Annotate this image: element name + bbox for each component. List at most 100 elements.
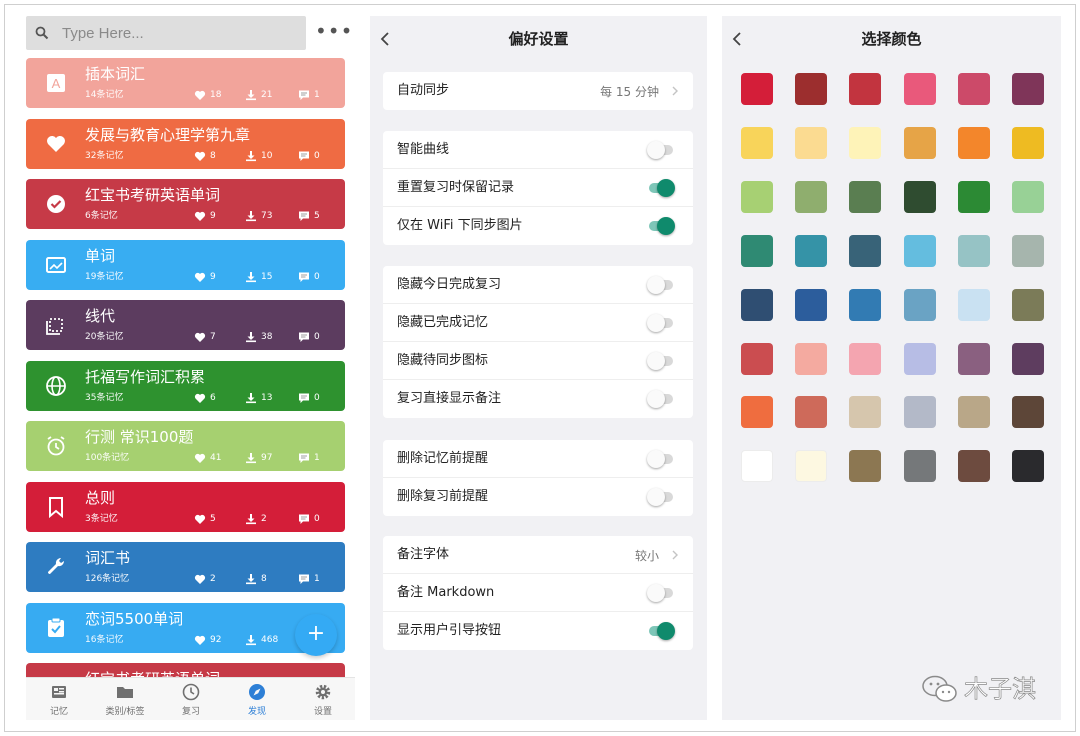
color-swatch[interactable] <box>795 180 828 213</box>
tab-folder[interactable]: 类别/标签 <box>92 678 158 720</box>
toggle-switch[interactable] <box>647 352 675 370</box>
color-swatch[interactable] <box>903 73 936 105</box>
color-swatch[interactable] <box>1012 450 1044 483</box>
color-swatch[interactable] <box>849 180 882 213</box>
color-swatch[interactable] <box>795 342 828 375</box>
color-swatch[interactable] <box>903 450 936 483</box>
color-swatch[interactable] <box>1012 396 1044 429</box>
color-swatch[interactable] <box>849 450 882 483</box>
add-deck-button[interactable]: + <box>295 614 337 656</box>
more-dots-icon[interactable]: ••• <box>315 20 352 46</box>
settings-row[interactable]: 隐藏待同步图标 <box>383 342 693 380</box>
color-swatch[interactable] <box>741 180 773 213</box>
color-swatch[interactable] <box>1012 73 1044 105</box>
download-icon <box>246 392 256 403</box>
color-swatch[interactable] <box>741 396 773 429</box>
color-swatch[interactable] <box>903 126 936 159</box>
color-swatch[interactable] <box>903 288 936 321</box>
settings-row[interactable]: 隐藏已完成记忆 <box>383 304 693 342</box>
settings-row[interactable]: 复习直接显示备注 <box>383 380 693 418</box>
like-count: 7 <box>210 332 216 342</box>
color-swatch[interactable] <box>1012 288 1044 321</box>
color-swatch[interactable] <box>1012 180 1044 213</box>
toggle-switch[interactable] <box>647 450 675 468</box>
color-swatch[interactable] <box>1012 234 1044 267</box>
gear-icon <box>315 684 331 700</box>
toggle-switch[interactable] <box>647 584 675 602</box>
tab-clock[interactable]: 复习 <box>158 678 224 720</box>
toggle-switch[interactable] <box>647 622 675 640</box>
color-swatch[interactable] <box>957 126 990 159</box>
color-swatch[interactable] <box>903 342 936 375</box>
deck-title: 红宝书考研英语单词 <box>85 669 220 677</box>
toggle-knob <box>647 488 665 506</box>
deck-card[interactable]: 行测 常识100题 100条记忆 41 97 1 <box>26 421 345 471</box>
deck-card[interactable]: 线代 20条记忆 7 38 0 <box>26 300 345 350</box>
deck-card[interactable]: 单词 19条记忆 9 15 0 <box>26 239 345 290</box>
tab-cards[interactable]: 记忆 <box>26 678 92 720</box>
toggle-switch[interactable] <box>647 141 675 159</box>
deck-card[interactable]: 红宝书考研英语单词 6条记忆 9 73 5 <box>26 179 345 229</box>
toggle-switch[interactable] <box>647 314 675 332</box>
color-swatch[interactable] <box>741 234 773 267</box>
color-swatch[interactable] <box>957 396 990 429</box>
color-swatch[interactable] <box>795 450 828 483</box>
settings-row[interactable]: 删除复习前提醒 <box>383 478 693 516</box>
settings-row[interactable]: 自动同步 每 15 分钟 <box>383 72 693 110</box>
deck-card[interactable]: 托福写作词汇积累 35条记忆 6 13 0 <box>26 360 345 411</box>
color-swatch[interactable] <box>741 288 773 321</box>
color-swatch[interactable] <box>957 450 990 483</box>
color-swatch[interactable] <box>903 180 936 213</box>
settings-row[interactable]: 显示用户引导按钮 <box>383 612 693 650</box>
settings-row[interactable]: 备注字体 较小 <box>383 536 693 574</box>
folder-icon <box>117 687 133 698</box>
settings-row[interactable]: 隐藏今日完成复习 <box>383 266 693 304</box>
search-box[interactable] <box>26 16 306 50</box>
color-swatch[interactable] <box>849 73 882 105</box>
deck-card[interactable]: 词汇书 126条记忆 2 8 1 <box>26 542 345 592</box>
deck-card[interactable]: 红宝书考研英语单词 <box>26 663 345 677</box>
deck-title: 红宝书考研英语单词 <box>85 186 221 204</box>
tab-gear[interactable]: 设置 <box>290 678 355 720</box>
color-swatch[interactable] <box>849 396 882 429</box>
color-swatch[interactable] <box>849 126 882 159</box>
color-swatch[interactable] <box>741 126 773 159</box>
color-swatch[interactable] <box>957 180 990 213</box>
color-swatch[interactable] <box>957 288 990 321</box>
search-input[interactable] <box>62 20 292 46</box>
toggle-switch[interactable] <box>647 390 675 408</box>
color-swatch[interactable] <box>795 288 828 321</box>
color-swatch[interactable] <box>741 342 773 375</box>
toggle-switch[interactable] <box>647 179 675 197</box>
settings-row[interactable]: 智能曲线 <box>383 131 693 169</box>
deck-card[interactable]: 发展与教育心理学第九章 32条记忆 8 10 0 <box>26 118 345 169</box>
color-swatch[interactable] <box>903 396 936 429</box>
settings-row[interactable]: 备注 Markdown <box>383 574 693 612</box>
color-swatch[interactable] <box>849 288 882 321</box>
deck-card[interactable]: A 插本词汇 14条记忆 18 21 1 <box>26 58 345 108</box>
toggle-switch[interactable] <box>647 217 675 235</box>
settings-row[interactable]: 重置复习时保留记录 <box>383 169 693 207</box>
color-swatch[interactable] <box>795 73 828 105</box>
deck-card[interactable]: 总则 3条记忆 5 2 0 <box>26 481 345 532</box>
color-swatch[interactable] <box>957 73 990 105</box>
comment-count: 5 <box>314 211 320 221</box>
color-swatch[interactable] <box>1012 342 1044 375</box>
color-swatch[interactable] <box>903 234 936 267</box>
settings-row[interactable]: 仅在 WiFi 下同步图片 <box>383 207 693 245</box>
deck-list-screen: ••• A插本词汇14条记忆18211 发展与教育心理学第九章32条记忆8100 红… <box>26 16 355 720</box>
color-swatch[interactable] <box>957 234 990 267</box>
color-swatch[interactable] <box>795 234 828 267</box>
toggle-switch[interactable] <box>647 488 675 506</box>
toggle-switch[interactable] <box>647 276 675 294</box>
color-swatch[interactable] <box>957 342 990 375</box>
color-swatch[interactable] <box>849 234 882 267</box>
color-swatch[interactable] <box>1012 126 1044 159</box>
color-swatch[interactable] <box>741 73 773 105</box>
color-swatch[interactable] <box>795 126 828 159</box>
tab-compass[interactable]: 发现 <box>224 678 290 720</box>
color-swatch[interactable] <box>795 396 828 429</box>
color-swatch[interactable] <box>849 342 882 375</box>
settings-row[interactable]: 删除记忆前提醒 <box>383 440 693 478</box>
color-swatch[interactable] <box>741 450 773 483</box>
